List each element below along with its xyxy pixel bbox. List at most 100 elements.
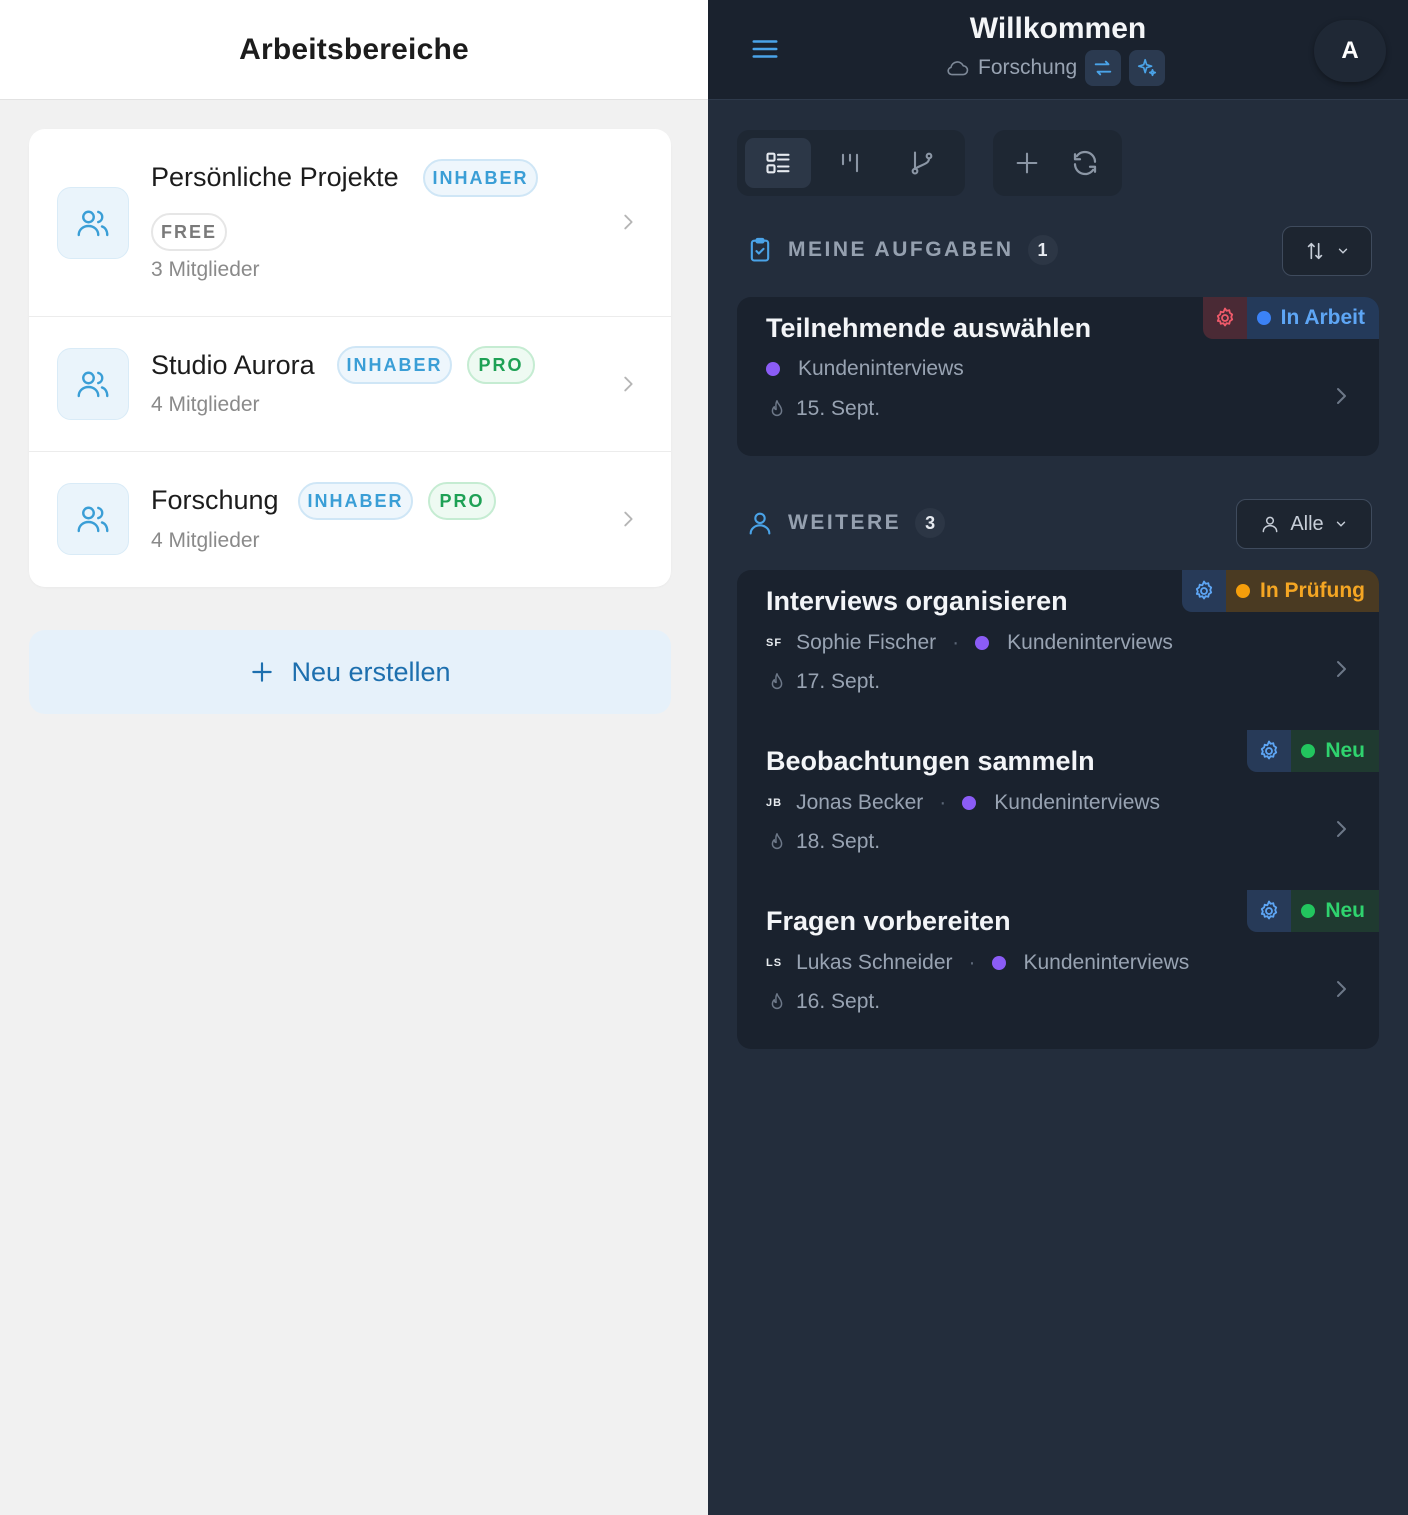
project-color-dot <box>991 956 1006 970</box>
gear-icon <box>1202 297 1247 339</box>
flow-view-icon[interactable] <box>889 138 955 188</box>
task-count-badge: 1 <box>1027 235 1058 265</box>
task-item[interactable]: Beobachtungen sammeln JB Jonas Becker · … <box>737 730 1379 890</box>
task-due-date: 18. Sept. <box>766 830 880 854</box>
status-label: In Arbeit <box>1246 297 1379 339</box>
task-due-date: 17. Sept. <box>766 670 880 694</box>
project-color-dot <box>975 636 990 650</box>
my-tasks-header: MEINE AUFGABEN 1 <box>746 235 1058 265</box>
list-view-icon[interactable] <box>745 138 811 188</box>
workspace-list: Persönliche Projekte INHABER FREE 3 Mitg… <box>29 129 671 587</box>
filter-value: Alle <box>1290 512 1324 535</box>
status-dot <box>1236 584 1251 598</box>
gear-icon <box>1247 730 1292 772</box>
task-item[interactable]: Interviews organisieren SF Sophie Fische… <box>737 570 1379 730</box>
assignee-initials: SF <box>766 637 783 649</box>
assignee-initials: JB <box>766 797 783 809</box>
top-bar: Willkommen Forschung A <box>708 0 1408 100</box>
status-text: Neu <box>1325 899 1365 922</box>
users-icon <box>57 348 129 420</box>
other-tasks-list: Interviews organisieren SF Sophie Fische… <box>737 570 1379 1049</box>
page-title: Arbeitsbereiche <box>239 32 469 66</box>
gear-icon <box>1247 890 1292 932</box>
task-title: Beobachtungen sammeln <box>766 746 1095 776</box>
workspace-name: Studio Aurora <box>151 350 315 380</box>
assignee-filter-dropdown[interactable]: Alle <box>1236 499 1372 549</box>
flame-icon <box>766 830 788 854</box>
gear-icon <box>1182 570 1227 612</box>
task-count-badge: 3 <box>915 508 946 538</box>
task-meta: SF Sophie Fischer · Kundeninterviews <box>766 631 1173 655</box>
assignee-name: Sophie Fischer <box>796 631 937 654</box>
chevron-down-icon <box>1336 244 1350 258</box>
task-title: Interviews organisieren <box>766 586 1068 616</box>
workspaces-panel: Arbeitsbereiche Persönliche Projekte INH… <box>0 0 708 1515</box>
workspace-row-forschung[interactable]: Forschung INHABER PRO 4 Mitglieder <box>29 452 671 587</box>
assignee-initials: LS <box>766 957 783 969</box>
due-date: 18. Sept. <box>796 830 881 853</box>
status-label: Neu <box>1291 890 1379 932</box>
status-dot <box>1301 744 1316 758</box>
chevron-right-icon <box>617 373 639 395</box>
workspace-name: Forschung <box>151 485 279 515</box>
avatar[interactable]: A <box>1314 20 1386 82</box>
chevron-right-icon <box>1329 816 1353 842</box>
section-title: WEITERE <box>788 511 902 534</box>
clipboard-check-icon <box>746 235 774 265</box>
others-header: WEITERE 3 <box>746 508 946 538</box>
plan-badge: FREE <box>151 213 227 251</box>
dashboard-panel: Willkommen Forschung A MEINE AUFGABEN 1 … <box>708 0 1408 1515</box>
user-icon <box>1260 514 1280 534</box>
switch-workspace-icon[interactable] <box>1085 50 1122 86</box>
member-count: 4 Mitglieder <box>151 529 260 552</box>
project-name: Kundeninterviews <box>1023 951 1190 974</box>
task-title: Fragen vorbereiten <box>766 906 1011 936</box>
status-dot <box>1301 904 1316 918</box>
due-date: 16. Sept. <box>796 990 881 1013</box>
due-date: 15. Sept. <box>796 397 881 420</box>
kanban-view-icon[interactable] <box>817 138 883 188</box>
chevron-right-icon <box>1329 383 1353 409</box>
task-title: Teilnehmende auswählen <box>766 313 1092 343</box>
plan-badge: PRO <box>428 482 496 520</box>
role-badge: INHABER <box>423 159 538 197</box>
workspaces-header: Arbeitsbereiche <box>0 0 708 100</box>
sort-dropdown[interactable] <box>1282 226 1372 276</box>
assignee-name: Lukas Schneider <box>796 951 953 974</box>
project-color-dot <box>766 362 780 376</box>
user-icon <box>746 508 774 538</box>
task-project: Kundeninterviews <box>766 357 964 381</box>
chevron-down-icon <box>1334 517 1348 531</box>
assignee-name: Jonas Becker <box>796 791 924 814</box>
status-label: Neu <box>1291 730 1379 772</box>
users-icon <box>57 483 129 555</box>
workspace-row-personal[interactable]: Persönliche Projekte INHABER FREE 3 Mitg… <box>29 129 671 317</box>
my-tasks-list: Teilnehmende auswählen Kundeninterviews … <box>737 297 1379 456</box>
workspace-row-studio-aurora[interactable]: Studio Aurora INHABER PRO 4 Mitglieder <box>29 317 671 452</box>
project-color-dot <box>962 796 977 810</box>
separator-dot: · <box>968 951 976 974</box>
sparkles-icon[interactable] <box>1129 50 1166 86</box>
task-due-date: 16. Sept. <box>766 990 880 1014</box>
plus-icon <box>249 659 275 685</box>
separator-dot: · <box>952 631 960 654</box>
workspace-name: Persönliche Projekte <box>151 162 399 192</box>
flame-icon <box>766 397 788 421</box>
current-workspace: Forschung <box>944 50 1166 86</box>
refresh-icon[interactable] <box>1059 138 1111 188</box>
create-workspace-button[interactable]: Neu erstellen <box>29 630 671 714</box>
status-dot <box>1256 311 1271 325</box>
task-item[interactable]: Fragen vorbereiten LS Lukas Schneider · … <box>737 890 1379 1049</box>
role-badge: INHABER <box>337 346 452 384</box>
flame-icon <box>766 990 788 1014</box>
section-title: MEINE AUFGABEN <box>788 238 1014 261</box>
project-name: Kundeninterviews <box>994 791 1161 814</box>
cloud-icon <box>944 55 970 81</box>
member-count: 3 Mitglieder <box>151 258 260 281</box>
status-text: In Prüfung <box>1260 579 1365 602</box>
status-badge: In Prüfung <box>1182 570 1379 612</box>
actions-group <box>993 130 1122 196</box>
task-item[interactable]: Teilnehmende auswählen Kundeninterviews … <box>737 297 1379 456</box>
add-task-icon[interactable] <box>1001 138 1053 188</box>
view-switcher <box>737 130 965 196</box>
